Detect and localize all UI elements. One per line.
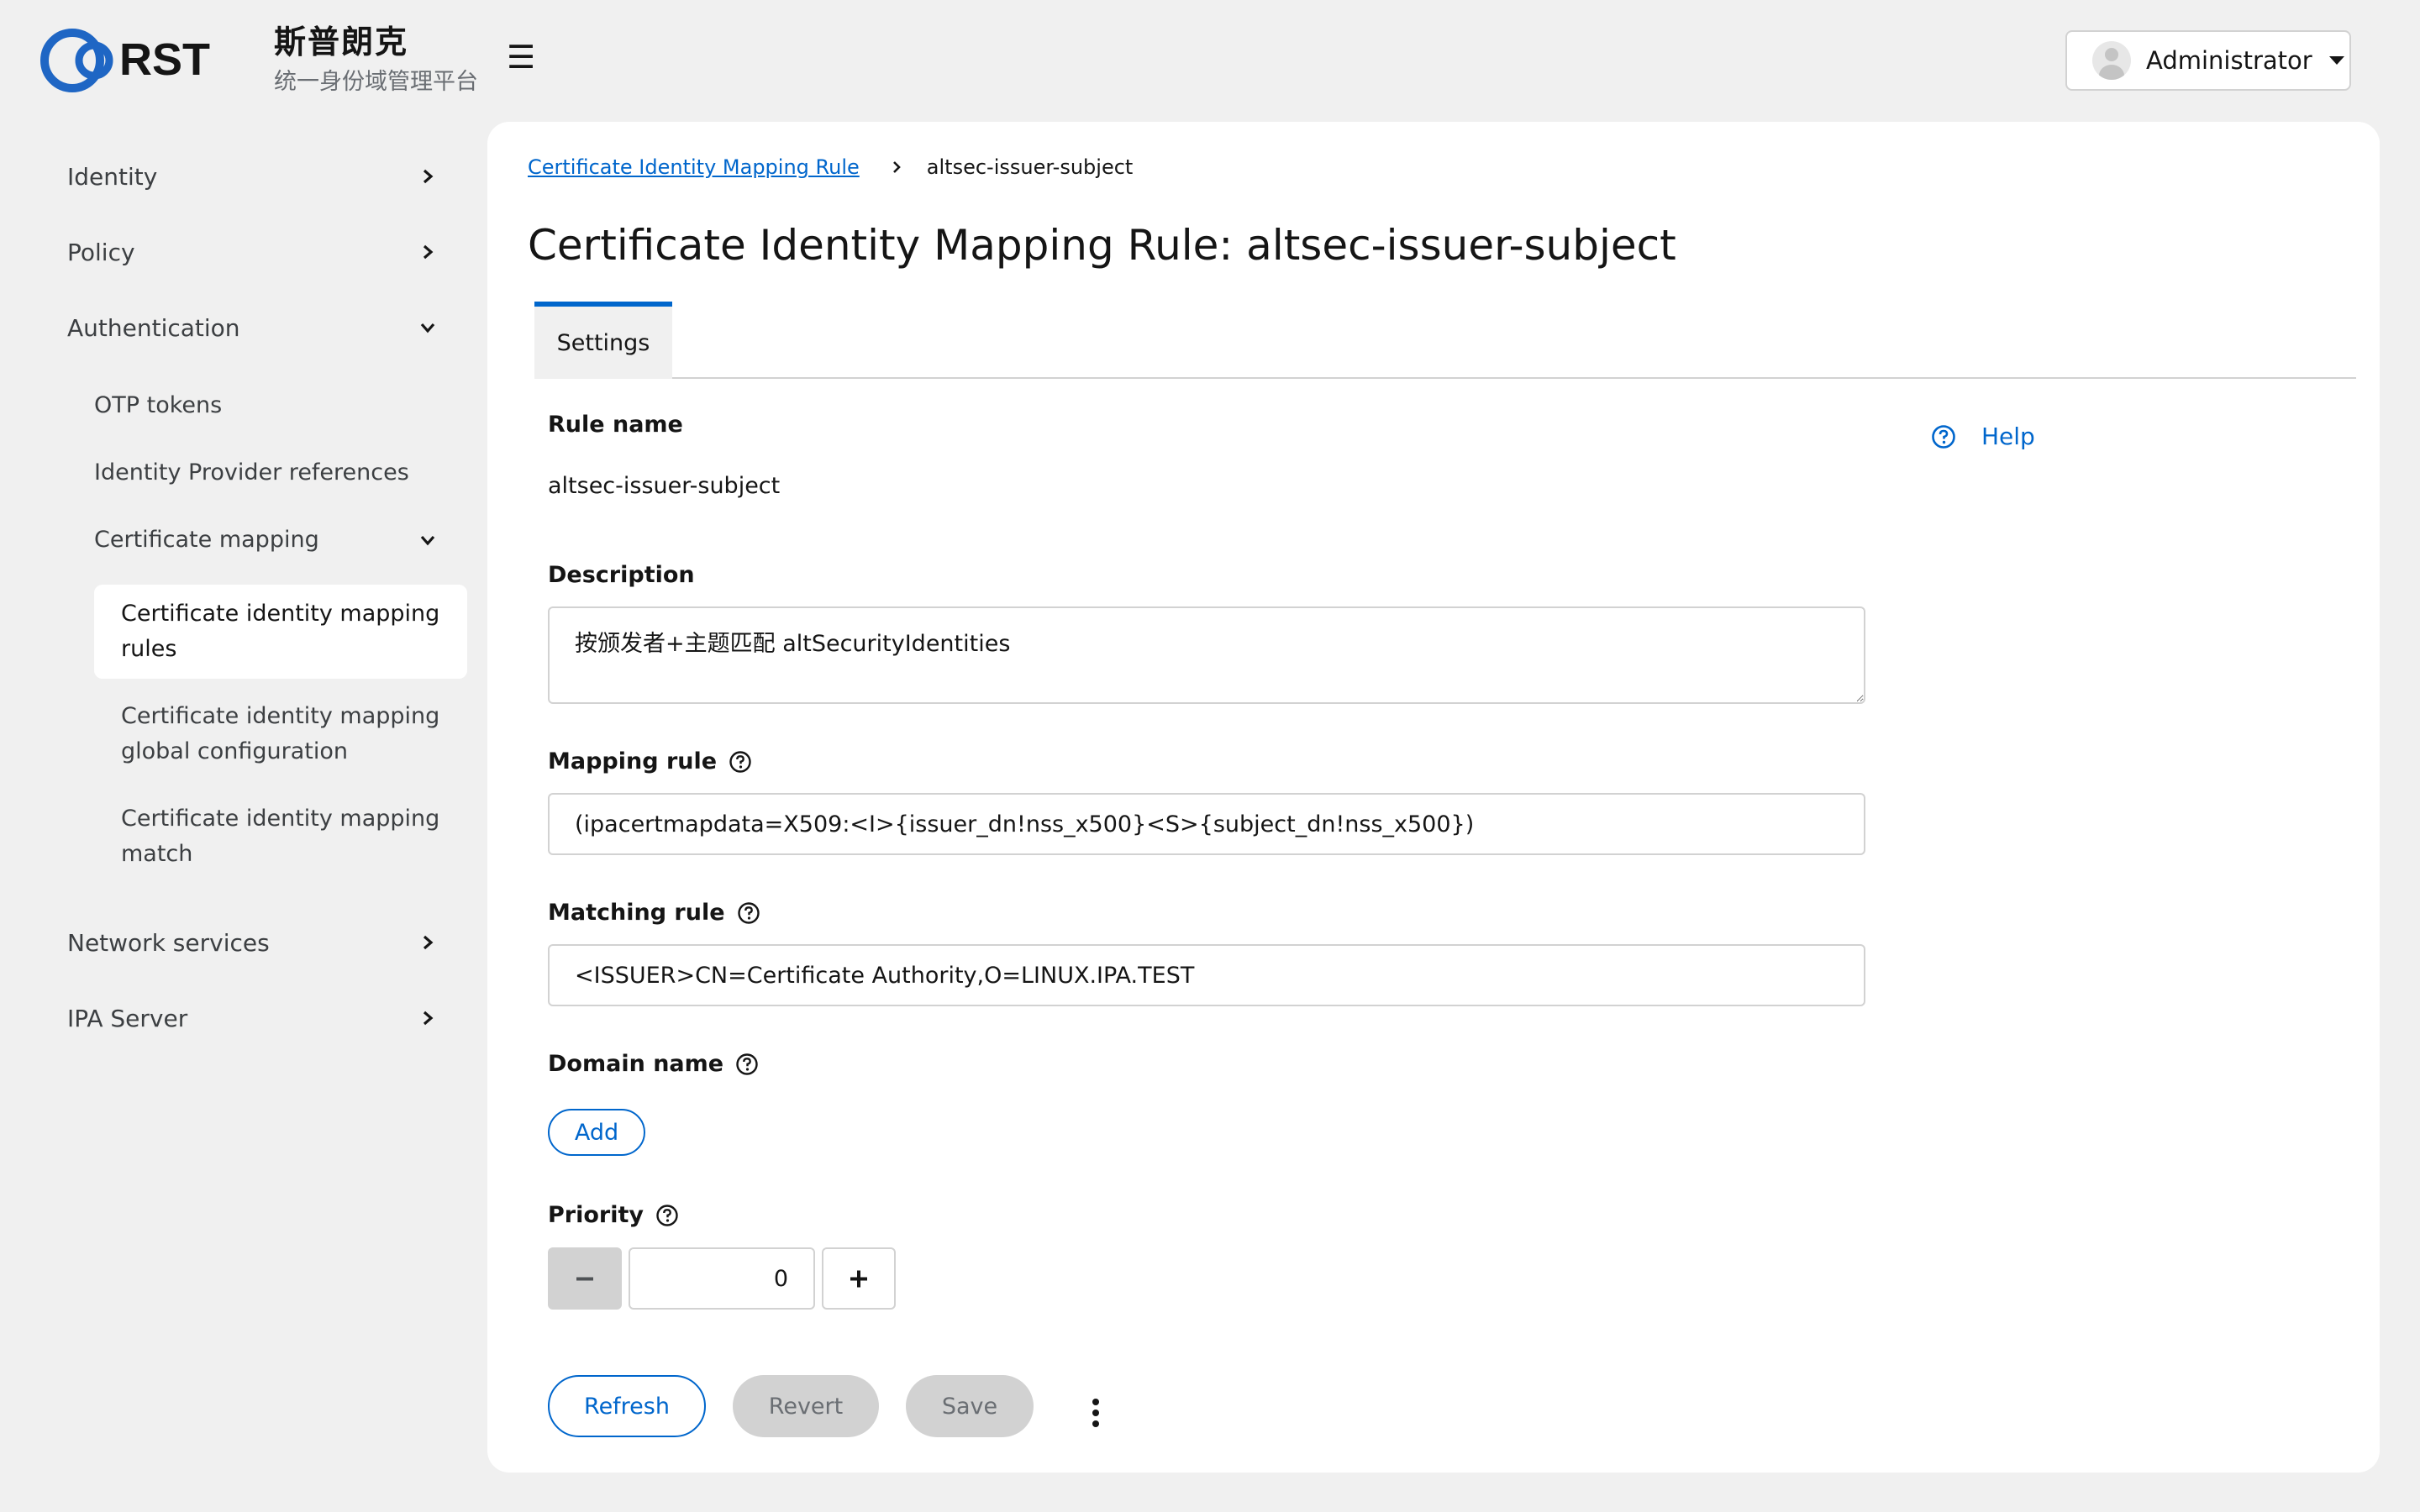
brand-logo: RST 斯普朗克 统一身份域管理平台 bbox=[39, 22, 478, 99]
sidebar-item-ipa-server[interactable]: IPA Server bbox=[67, 993, 437, 1043]
user-name: Administrator bbox=[2146, 46, 2312, 75]
main-content-card: Certificate Identity Mapping Rule altsec… bbox=[487, 122, 2380, 1473]
minus-icon bbox=[576, 1277, 593, 1281]
revert-button[interactable]: Revert bbox=[733, 1375, 879, 1437]
sidebar-item-certmap-global-config[interactable]: Certificate identity mapping global conf… bbox=[94, 687, 467, 781]
rule-name-label-text: Rule name bbox=[548, 412, 683, 438]
sidebar-item-label: Identity bbox=[67, 162, 158, 191]
description-label: Description bbox=[548, 562, 695, 588]
refresh-button[interactable]: Refresh bbox=[548, 1375, 706, 1437]
sidebar-item-authentication[interactable]: Authentication bbox=[67, 302, 437, 353]
sidebar-item-label: IPA Server bbox=[67, 1004, 188, 1032]
sidebar-item-policy[interactable]: Policy bbox=[67, 227, 437, 277]
sidebar-item-certificate-mapping[interactable]: Certificate mapping bbox=[94, 522, 437, 558]
chevron-down-icon bbox=[420, 535, 435, 546]
breadcrumb-current: altsec-issuer-subject bbox=[926, 155, 1134, 179]
tab-settings[interactable]: Settings bbox=[534, 302, 672, 379]
sidebar-item-network-services[interactable]: Network services bbox=[67, 917, 437, 968]
caret-down-icon bbox=[2328, 56, 2344, 65]
sidebar-item-label: Policy bbox=[67, 238, 135, 266]
matching-rule-label: Matching rule bbox=[548, 900, 760, 926]
chevron-right-icon bbox=[423, 169, 434, 184]
mapping-rule-input[interactable] bbox=[548, 793, 1865, 855]
mapping-rule-label: Mapping rule bbox=[548, 748, 752, 774]
description-label-text: Description bbox=[548, 562, 695, 588]
sidebar-item-label: Authentication bbox=[67, 313, 240, 342]
kebab-menu-icon[interactable] bbox=[1081, 1390, 1111, 1436]
brand-subtitle: 统一身份域管理平台 bbox=[274, 69, 478, 95]
chevron-right-icon bbox=[423, 244, 434, 260]
priority-input[interactable] bbox=[629, 1247, 815, 1310]
hamburger-menu-icon[interactable]: ☰ bbox=[502, 39, 539, 76]
question-circle-icon[interactable] bbox=[729, 750, 752, 774]
breadcrumb: Certificate Identity Mapping Rule altsec… bbox=[528, 155, 1133, 179]
rule-name-label: Rule name bbox=[548, 412, 683, 438]
priority-label: Priority bbox=[548, 1202, 679, 1228]
breadcrumb-parent-link[interactable]: Certificate Identity Mapping Rule bbox=[528, 155, 860, 179]
sidebar-item-certmap-match[interactable]: Certificate identity mapping match bbox=[94, 790, 467, 884]
sidebar-item-certmap-rules[interactable]: Certificate identity mapping rules bbox=[94, 585, 467, 679]
matching-rule-input[interactable] bbox=[548, 944, 1865, 1006]
rule-name-value: altsec-issuer-subject bbox=[548, 473, 781, 499]
save-button[interactable]: Save bbox=[906, 1375, 1034, 1437]
user-menu-dropdown[interactable]: Administrator bbox=[2065, 30, 2351, 91]
priority-label-text: Priority bbox=[548, 1202, 644, 1228]
matching-rule-label-text: Matching rule bbox=[548, 900, 725, 926]
chevron-right-icon bbox=[423, 935, 434, 950]
domain-name-label-text: Domain name bbox=[548, 1051, 724, 1077]
sidebar-item-idp-references[interactable]: Identity Provider references bbox=[94, 455, 447, 491]
question-circle-icon bbox=[1932, 424, 1955, 449]
question-circle-icon[interactable] bbox=[737, 901, 760, 925]
sidebar-item-otp-tokens[interactable]: OTP tokens bbox=[94, 388, 447, 423]
help-link[interactable]: Help bbox=[1931, 423, 2035, 450]
domain-name-label: Domain name bbox=[548, 1051, 759, 1077]
chevron-right-icon bbox=[892, 161, 901, 173]
logo-wordmark: RST bbox=[119, 34, 210, 85]
tab-bar: Settings bbox=[534, 302, 2356, 379]
add-domain-button[interactable]: Add bbox=[548, 1109, 645, 1156]
description-textarea[interactable]: 按颁发者+主题匹配 altSecurityIdentities bbox=[548, 606, 1865, 704]
brand-name: 斯普朗克 bbox=[274, 24, 409, 60]
priority-increment-button[interactable] bbox=[822, 1247, 896, 1310]
chevron-down-icon bbox=[420, 323, 435, 333]
rst-logo-icon: RST bbox=[40, 29, 210, 92]
question-circle-icon[interactable] bbox=[655, 1204, 679, 1227]
page-title: Certificate Identity Mapping Rule: altse… bbox=[528, 221, 1676, 270]
chevron-right-icon bbox=[423, 1011, 434, 1026]
sidebar-item-label: Certificate mapping bbox=[94, 527, 319, 553]
mapping-rule-label-text: Mapping rule bbox=[548, 748, 718, 774]
sidebar-item-label: Network services bbox=[67, 928, 270, 957]
priority-decrement-button[interactable] bbox=[548, 1247, 622, 1310]
help-label: Help bbox=[1981, 423, 2035, 450]
question-circle-icon[interactable] bbox=[735, 1053, 759, 1076]
avatar bbox=[2092, 41, 2131, 80]
sidebar-item-identity[interactable]: Identity bbox=[67, 151, 437, 202]
plus-icon bbox=[850, 1270, 867, 1288]
